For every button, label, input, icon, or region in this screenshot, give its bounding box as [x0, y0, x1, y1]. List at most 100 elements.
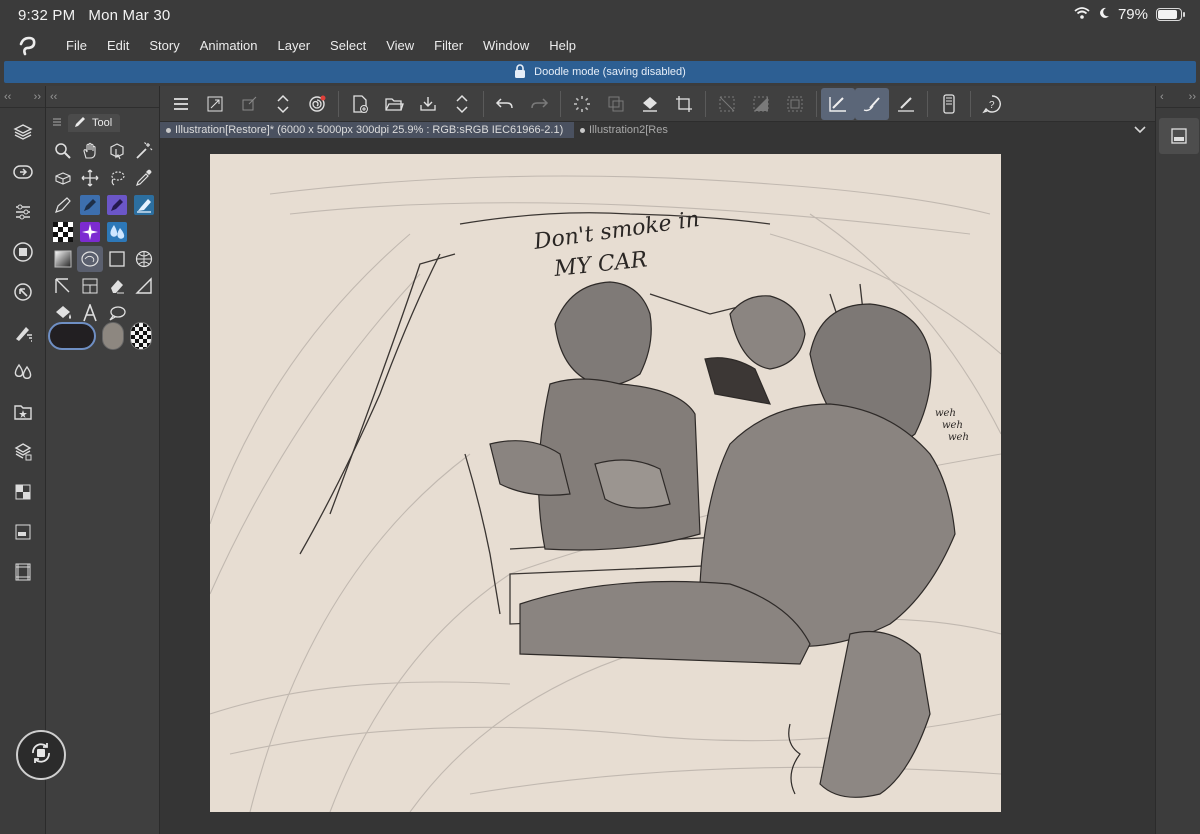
menu-help[interactable]: Help	[539, 32, 586, 60]
sparkle-brush-icon[interactable]	[77, 219, 103, 245]
move-tool-icon[interactable]	[77, 165, 103, 191]
clear-outside-icon[interactable]	[710, 88, 744, 120]
invert-selection-icon[interactable]	[778, 88, 812, 120]
snap-ruler-icon[interactable]	[821, 87, 855, 120]
new-file-icon[interactable]	[343, 88, 377, 120]
eraser-cube-icon[interactable]	[50, 165, 76, 191]
color-swatches	[48, 322, 152, 350]
fill-blob-icon[interactable]	[77, 246, 103, 272]
lasso-tool-icon[interactable]	[104, 165, 130, 191]
collapse-right-icon[interactable]: ‹	[1160, 91, 1164, 103]
collapse-tools-icon[interactable]: ‹‹	[50, 91, 57, 103]
tab-dot-icon	[166, 127, 171, 133]
tab-tool[interactable]: Tool	[68, 114, 121, 132]
resize-canvas-icon[interactable]	[198, 88, 232, 120]
hamburger-menu-icon[interactable]	[164, 88, 198, 120]
color-wheel-icon[interactable]	[0, 232, 46, 272]
status-time: 9:32 PM Mon Mar 30	[18, 7, 170, 24]
menu-edit[interactable]: Edit	[97, 32, 139, 60]
menu-select[interactable]: Select	[320, 32, 376, 60]
export-tray-icon[interactable]	[411, 88, 445, 120]
sub-view-icon[interactable]	[0, 272, 46, 312]
menu-file[interactable]: File	[56, 32, 97, 60]
open-folder-icon[interactable]	[377, 88, 411, 120]
film-icon[interactable]	[0, 552, 46, 592]
menu-story[interactable]: Story	[139, 32, 189, 60]
gradient-tool-icon[interactable]	[50, 246, 76, 272]
separator	[970, 90, 971, 117]
help-bubble-icon[interactable]: ?	[975, 88, 1009, 120]
tab-dot-icon	[580, 127, 585, 133]
pencil-violet-icon[interactable]	[104, 192, 130, 218]
doodle-mode-banner: Doodle mode (saving disabled)	[4, 61, 1196, 83]
frame-border-icon[interactable]	[77, 273, 103, 299]
record-spiral-icon[interactable]	[300, 88, 334, 120]
3d-layers-icon[interactable]	[0, 432, 46, 472]
grid-check-icon[interactable]	[0, 472, 46, 512]
expand-right-icon[interactable]: ››	[34, 91, 41, 103]
sub-color-swatch[interactable]	[102, 322, 124, 350]
menu-filter[interactable]: Filter	[424, 32, 473, 60]
layer-property-icon[interactable]	[1159, 118, 1199, 154]
color-set-icon[interactable]	[0, 352, 46, 392]
magic-wand-icon[interactable]	[131, 138, 157, 164]
correct-line-icon[interactable]	[131, 273, 157, 299]
perspective-grid-icon[interactable]	[131, 246, 157, 272]
collapse-left-icon[interactable]: ‹‹	[4, 91, 11, 103]
tool-property-icon[interactable]	[0, 192, 46, 232]
tab-illustration2[interactable]: Illustration2[Res	[574, 122, 674, 138]
timeline-icon[interactable]	[0, 512, 46, 552]
fill-diamond-icon[interactable]	[633, 88, 667, 120]
clock-date: Mon Mar 30	[88, 7, 171, 24]
undo-icon[interactable]	[488, 88, 522, 120]
battery-icon	[1156, 8, 1185, 21]
eraser-tool-icon[interactable]	[104, 273, 130, 299]
checker-pattern-icon[interactable]	[50, 219, 76, 245]
right-rail: ‹ ››	[1155, 86, 1200, 834]
crop-icon[interactable]	[667, 88, 701, 120]
sketch-artwork: Don't smoke in MY CAR weh weh weh	[210, 175, 1001, 812]
fill-selection-icon[interactable]	[744, 88, 778, 120]
tab-illustration-restore[interactable]: Illustration[Restore]* (6000 x 5000px 30…	[160, 122, 574, 138]
rectangle-tool-icon[interactable]	[104, 246, 130, 272]
snap-special-ruler-icon[interactable]	[855, 87, 889, 120]
hand-tool-icon[interactable]	[77, 138, 103, 164]
sort-arrows-icon[interactable]	[445, 88, 479, 120]
eyedropper-icon[interactable]	[131, 165, 157, 191]
main-color-swatch[interactable]	[48, 322, 96, 350]
material-icon[interactable]	[0, 392, 46, 432]
canvas-area[interactable]: Don't smoke in MY CAR weh weh weh	[160, 138, 1155, 834]
menu-view[interactable]: View	[376, 32, 424, 60]
annotation-text-line2: MY CAR	[552, 247, 648, 282]
figure-driver	[489, 281, 701, 551]
quick-access-button[interactable]	[16, 730, 66, 780]
menu-animation[interactable]: Animation	[190, 32, 268, 60]
loading-spinner-icon[interactable]	[565, 88, 599, 120]
menu-window[interactable]: Window	[473, 32, 539, 60]
snap-grid-icon[interactable]	[889, 88, 923, 120]
pen-tool-icon[interactable]	[50, 192, 76, 218]
menu-layer[interactable]: Layer	[268, 32, 321, 60]
panel-menu-icon[interactable]	[52, 114, 62, 132]
marker-icon[interactable]	[131, 192, 157, 218]
moon-icon	[1098, 6, 1110, 23]
layers-icon[interactable]	[0, 112, 46, 152]
app-logo-icon[interactable]	[0, 32, 56, 60]
drawing-canvas[interactable]: Don't smoke in MY CAR weh weh weh	[210, 154, 1001, 812]
select-layer-icon[interactable]	[599, 88, 633, 120]
flip-arrows-icon[interactable]	[266, 88, 300, 120]
smartphone-icon[interactable]	[932, 88, 966, 120]
brush-size-icon[interactable]	[0, 312, 46, 352]
object-tool-icon[interactable]	[104, 138, 130, 164]
redo-icon[interactable]	[522, 88, 556, 120]
navigator-icon[interactable]	[0, 152, 46, 192]
pencil-blue-icon[interactable]	[77, 192, 103, 218]
zoom-tool-icon[interactable]	[50, 138, 76, 164]
expand-right-panel-icon[interactable]: ››	[1189, 91, 1196, 103]
chevron-down-icon[interactable]	[1125, 122, 1155, 138]
blend-drops-icon[interactable]	[104, 219, 130, 245]
left-rail-header: ‹‹ ››	[0, 86, 45, 108]
ruler-tool-icon[interactable]	[50, 273, 76, 299]
transparent-color-swatch[interactable]	[130, 322, 152, 350]
transform-icon[interactable]	[232, 88, 266, 120]
